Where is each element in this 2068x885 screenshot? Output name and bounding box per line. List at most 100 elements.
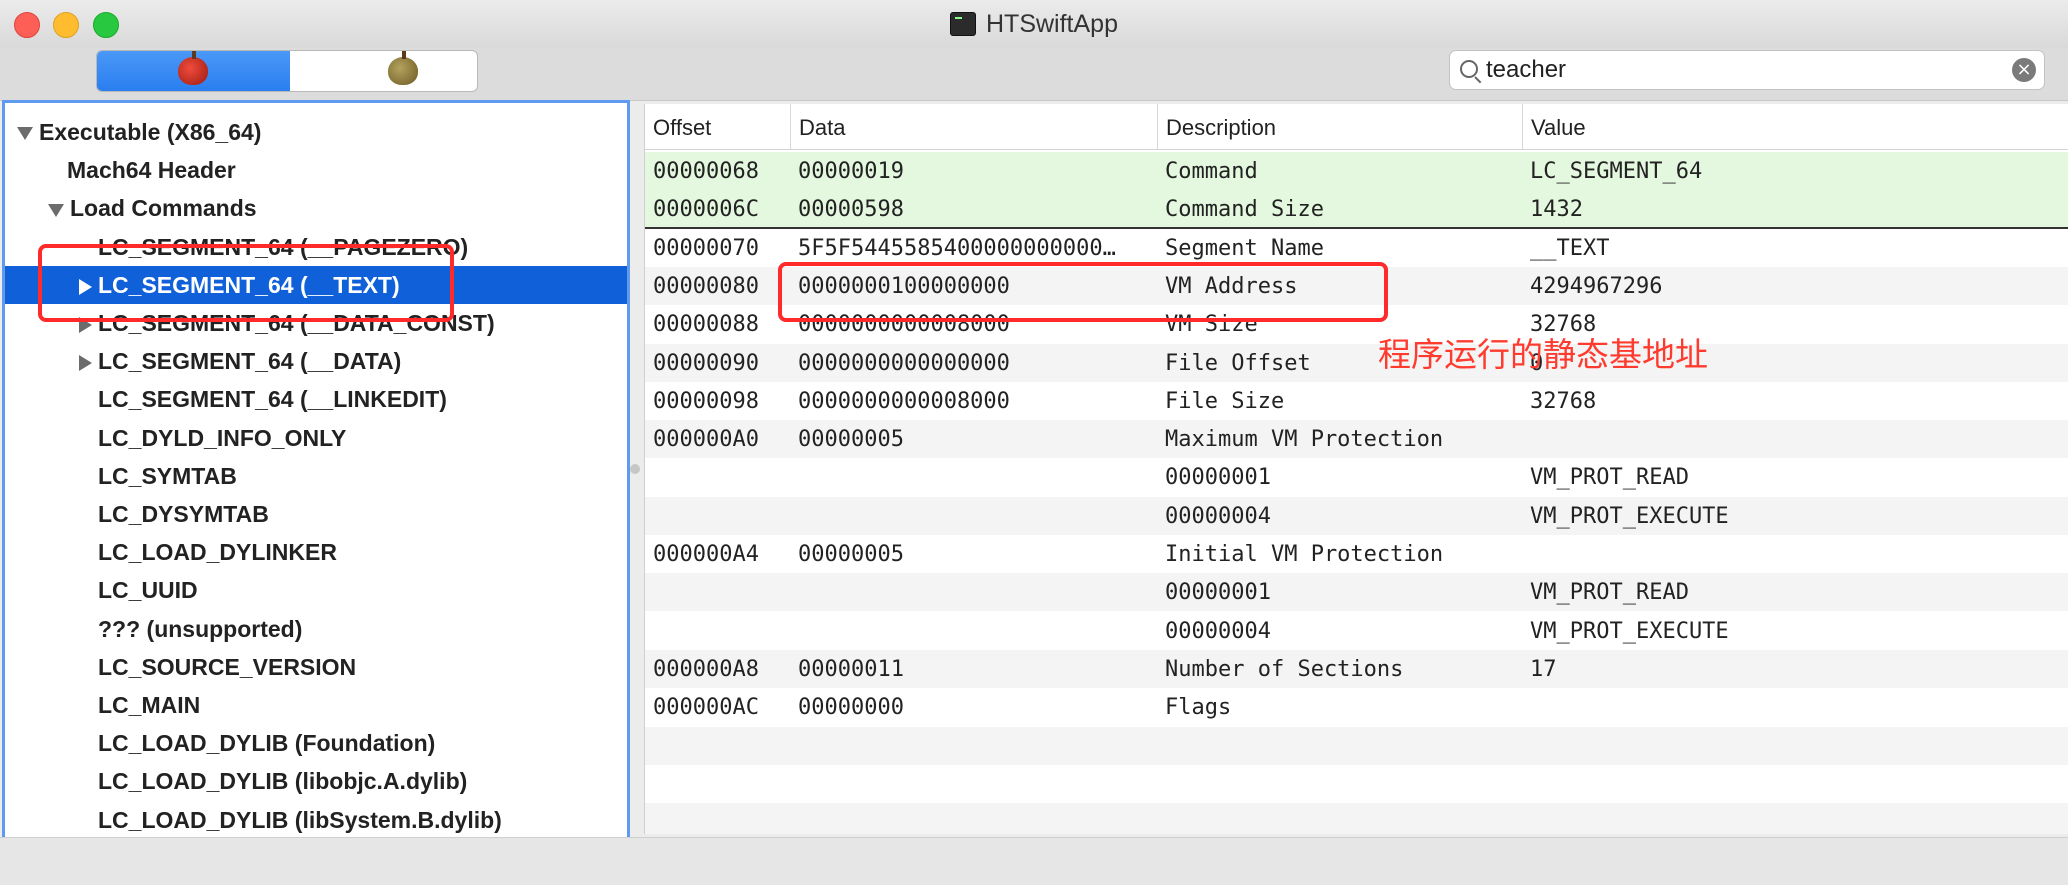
description-cell: Flags <box>1165 695 1232 721</box>
tree-item[interactable]: ??? (unsupported) <box>5 610 627 648</box>
description-cell: 00000004 <box>1165 618 1271 644</box>
tree-item-label: LC_LOAD_DYLIB (Foundation) <box>98 730 436 757</box>
description-cell: Initial VM Protection <box>1165 542 1444 567</box>
tree-item-label: ??? (unsupported) <box>98 615 303 642</box>
value-cell: VM_PROT_READ <box>1530 465 1689 491</box>
tree-item[interactable]: LC_SEGMENT_64 (__LINKEDIT) <box>5 380 627 418</box>
table-row[interactable]: 00000098 0000000000008000 File Size 32768 <box>645 382 2068 420</box>
description-cell: Number of Sections <box>1165 656 1404 682</box>
tree-item[interactable]: LC_SEGMENT_64 (__DATA) <box>5 342 627 380</box>
description-cell: Maximum VM Protection <box>1165 427 1444 453</box>
tree-item-label: LC_MAIN <box>98 692 201 718</box>
search-field[interactable]: × <box>1449 50 2045 90</box>
description-cell: File Size <box>1165 388 1285 414</box>
search-icon <box>1460 60 1478 78</box>
table-row[interactable]: 000000A4 00000005 Initial VM Protection <box>645 535 2068 573</box>
value-cell: VM_PROT_READ <box>1530 580 1689 606</box>
tree-item-label: Executable (X86_64) <box>39 119 262 145</box>
column-header-data[interactable]: Data <box>790 104 1151 149</box>
tree-item[interactable]: Load Commands <box>5 189 627 227</box>
tree-item[interactable]: LC_LOAD_DYLINKER <box>5 533 627 571</box>
column-header-description[interactable]: Description <box>1157 104 1518 149</box>
tree-item[interactable]: LC_DYLD_INFO_ONLY <box>5 419 627 457</box>
data-cell: 00000005 <box>798 542 904 567</box>
table-row[interactable] <box>645 765 2068 803</box>
offset-cell: 00000068 <box>653 159 759 184</box>
split-view-handle[interactable] <box>630 464 640 474</box>
tree-item-label: Mach64 Header <box>67 157 236 184</box>
status-bar <box>0 837 2068 885</box>
rotten-apple-icon <box>388 51 418 85</box>
annotation-box-text-segment <box>38 244 454 322</box>
description-cell: Command <box>1165 159 1258 184</box>
tree-item-label: LC_SEGMENT_64 (__DATA) <box>98 348 402 375</box>
details-table: Offset Data Description Value 00000068 00… <box>644 104 2068 834</box>
tree-item[interactable]: LC_DYSYMTAB <box>5 495 627 533</box>
value-cell: __TEXT <box>1530 235 1610 261</box>
tree-item-label: LC_DYSYMTAB <box>98 501 269 527</box>
table-row[interactable] <box>645 803 2068 834</box>
tree-item-label: Load Commands <box>70 195 257 222</box>
tree-item[interactable]: LC_LOAD_DYLIB (Foundation) <box>5 724 627 762</box>
search-input[interactable] <box>1486 55 1996 85</box>
description-cell: 00000004 <box>1165 503 1271 529</box>
offset-cell: 000000AC <box>653 695 759 721</box>
toolbar: × <box>0 48 2068 101</box>
offset-cell: 00000098 <box>653 388 759 414</box>
tree-item[interactable]: LC_LOAD_DYLIB (libSystem.B.dylib) <box>5 801 627 837</box>
value-cell: LC_SEGMENT_64 <box>1530 159 1703 184</box>
row-divider <box>645 227 2068 229</box>
offset-cell: 00000070 <box>653 235 759 261</box>
table-row[interactable]: 0000006C 00000598 Command Size 1432 <box>645 190 2068 229</box>
load-commands-tree: Executable (X86_64) Mach64 Header Load Com… <box>2 100 630 840</box>
tree-item-label: LC_SYMTAB <box>98 462 237 489</box>
value-cell: 32768 <box>1530 388 1597 414</box>
clear-search-icon[interactable]: × <box>2012 58 2036 82</box>
table-row[interactable]: 00000070 5F5F5445585400000000000… Segment … <box>645 229 2068 267</box>
table-row[interactable]: 000000AC 00000000 Flags <box>645 688 2068 726</box>
description-cell: Command Size <box>1165 197 1324 223</box>
table-row[interactable]: 00000068 00000019 Command LC_SEGMENT_64 <box>645 152 2068 190</box>
view-segmented-control <box>96 50 478 92</box>
table-row[interactable]: 00000001 VM_PROT_READ <box>645 458 2068 496</box>
column-header-value[interactable]: Value <box>1522 104 2061 149</box>
table-row[interactable]: 000000A8 00000011 Number of Sections 17 <box>645 649 2068 688</box>
value-cell: VM_PROT_EXECUTE <box>1530 503 1729 529</box>
tree-item[interactable]: Executable (X86_64) <box>5 113 627 151</box>
offset-cell: 000000A4 <box>653 542 759 567</box>
tree-item[interactable]: LC_UUID <box>5 571 627 609</box>
title-bar: HTSwiftApp <box>0 0 2068 48</box>
disclosure-right-icon[interactable] <box>79 355 92 372</box>
disclosure-down-icon[interactable] <box>48 203 64 217</box>
value-cell: VM_PROT_EXECUTE <box>1530 618 1729 644</box>
segment-raw[interactable] <box>97 51 290 91</box>
value-cell: 17 <box>1530 656 1557 682</box>
table-row[interactable]: 00000004 VM_PROT_EXECUTE <box>645 612 2068 650</box>
data-cell: 00000005 <box>798 427 904 453</box>
tree-item[interactable]: LC_SOURCE_VERSION <box>5 648 627 686</box>
tree-item-label: LC_LOAD_DYLIB (libobjc.A.dylib) <box>98 768 468 795</box>
red-apple-icon <box>178 51 208 85</box>
disclosure-down-icon[interactable] <box>17 127 33 141</box>
table-row[interactable]: 00000090 0000000000000000 File Offset 0 <box>645 343 2068 382</box>
column-header-offset[interactable]: Offset <box>645 104 783 149</box>
offset-cell: 0000006C <box>653 197 759 223</box>
title-wrap: HTSwiftApp <box>0 8 2068 40</box>
tree-item[interactable]: LC_MAIN <box>5 686 627 724</box>
segment-rva[interactable] <box>290 51 477 91</box>
offset-cell: 00000080 <box>653 273 759 299</box>
table-row[interactable]: 00000004 VM_PROT_EXECUTE <box>645 496 2068 535</box>
annotation-box-vm-address <box>778 262 1388 322</box>
offset-cell: 00000090 <box>653 350 759 376</box>
tree-item[interactable]: LC_SYMTAB <box>5 457 627 495</box>
table-row[interactable]: 00000001 VM_PROT_READ <box>645 573 2068 612</box>
window-title: HTSwiftApp <box>986 9 1118 38</box>
description-cell: 00000001 <box>1165 580 1271 606</box>
tree-item-label: LC_LOAD_DYLINKER <box>98 539 337 566</box>
data-cell: 0000000000008000 <box>798 388 1010 414</box>
tree-item[interactable]: Mach64 Header <box>5 151 627 189</box>
table-row[interactable] <box>645 726 2068 765</box>
tree-item[interactable]: LC_LOAD_DYLIB (libobjc.A.dylib) <box>5 762 627 800</box>
table-row[interactable]: 000000A0 00000005 Maximum VM Protection <box>645 420 2068 459</box>
data-cell: 00000011 <box>798 656 904 682</box>
